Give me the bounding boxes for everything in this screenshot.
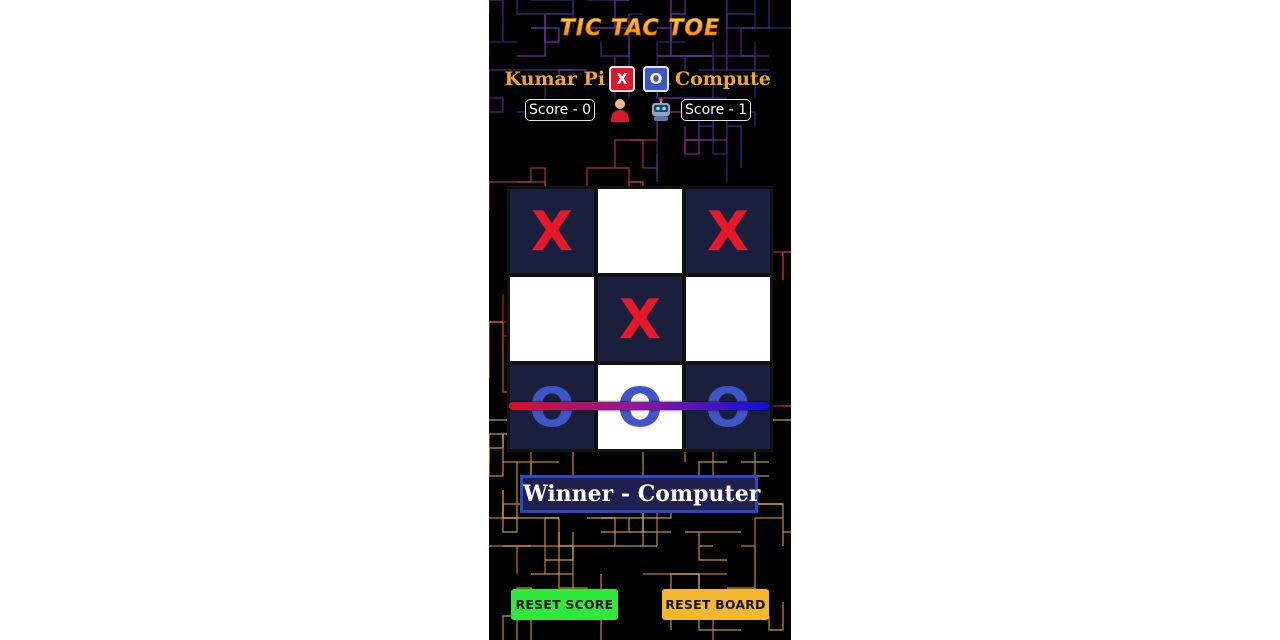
player2-score: Score - 1: [681, 99, 752, 121]
game-screen: TIC TAC TOE Kumar Pi X O Compute Score -…: [489, 0, 791, 640]
player1-score: Score - 0: [525, 99, 596, 121]
board-cell-3[interactable]: X: [686, 189, 770, 273]
board-cell-6[interactable]: [686, 277, 770, 361]
player1-mark-badge: X: [609, 66, 635, 92]
game-board: XXXOOO: [507, 186, 773, 452]
user-icon: [611, 99, 629, 122]
board-cell-1[interactable]: X: [510, 189, 594, 273]
winner-banner: Winner - Computer: [520, 475, 760, 513]
winning-line: [509, 402, 769, 410]
robot-icon: [652, 98, 670, 121]
player2-mark-badge: O: [643, 66, 669, 92]
board-cell-4[interactable]: [510, 277, 594, 361]
scores-bar: Score - 0 Score - 1: [489, 98, 791, 124]
board-cell-2[interactable]: [598, 189, 682, 273]
players-bar: Kumar Pi X O Compute: [489, 64, 791, 94]
reset-board-button[interactable]: RESET BOARD: [662, 589, 769, 620]
board-cell-5[interactable]: X: [598, 277, 682, 361]
reset-score-button[interactable]: RESET SCORE: [511, 589, 618, 620]
player2-name: Compute: [675, 68, 771, 90]
player1-name: Kumar Pi: [504, 68, 605, 90]
game-title: TIC TAC TOE: [489, 16, 791, 42]
